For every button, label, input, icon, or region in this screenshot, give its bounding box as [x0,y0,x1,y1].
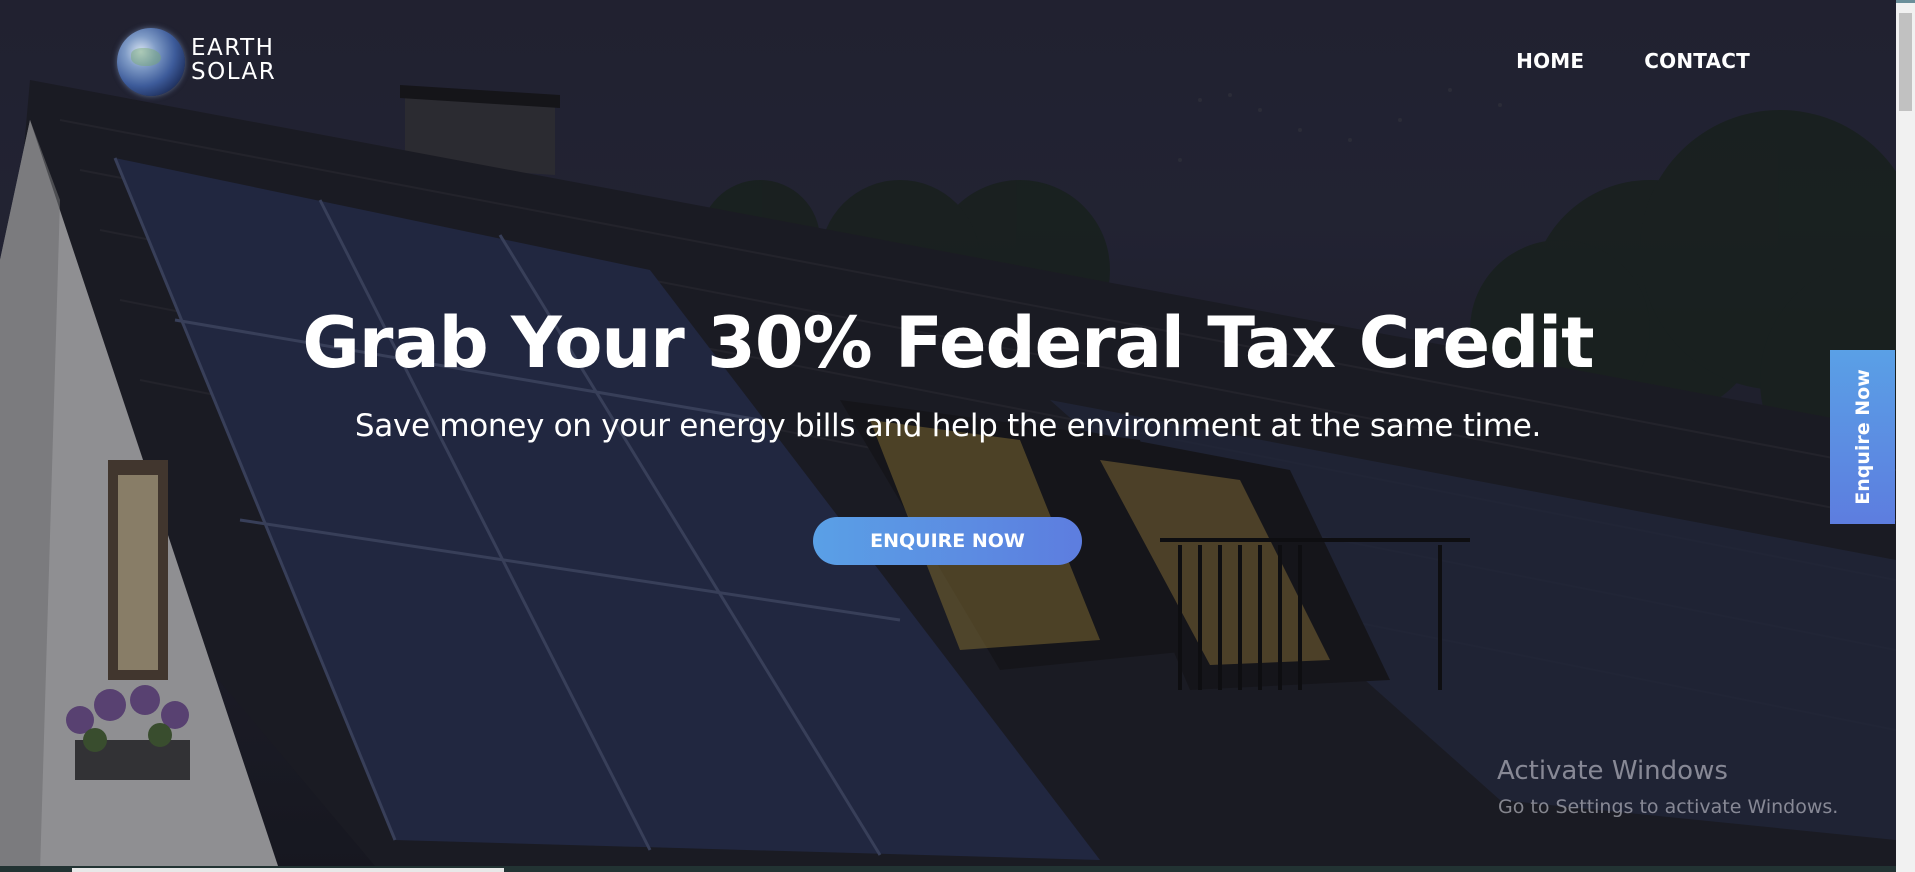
bottom-strip [0,866,1896,872]
brand-logo[interactable]: EARTH SOLAR [117,28,292,100]
activate-windows-title: Activate Windows [1497,756,1728,786]
brand-wordmark: EARTH SOLAR [191,36,276,84]
nav-contact-link[interactable]: CONTACT [1644,49,1750,73]
activate-windows-subtitle: Go to Settings to activate Windows. [1498,796,1839,818]
hero-headline: Grab Your 30% Federal Tax Credit [302,302,1594,384]
page-scrollbar[interactable] [1896,3,1915,872]
enquire-now-side-tab[interactable]: Enquire Now [1830,350,1895,524]
bottom-strip-highlight [72,868,504,872]
hero-subheadline: Save money on your energy bills and help… [354,408,1542,444]
brand-line-1: EARTH [191,35,275,61]
brand-line-2: SOLAR [191,59,277,85]
main-nav: HOME CONTACT [1516,49,1750,73]
side-tab-label: Enquire Now [1851,369,1874,505]
enquire-now-button[interactable]: ENQUIRE NOW [813,517,1082,565]
scrollbar-thumb[interactable] [1899,13,1912,111]
nav-home-link[interactable]: HOME [1516,49,1584,73]
earth-globe-icon [117,28,185,96]
